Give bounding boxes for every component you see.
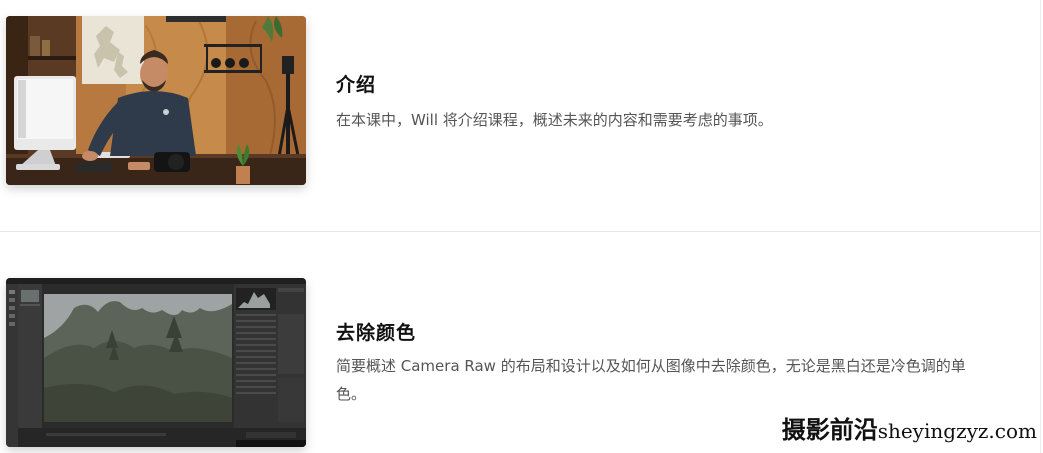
instructor-video-thumbnail-image: [6, 16, 306, 185]
watermark-domain: sheyingzyz.com: [877, 419, 1037, 443]
lesson-title[interactable]: 介绍: [336, 70, 376, 97]
site-watermark: 摄影前沿sheyingzyz.com: [782, 410, 1037, 445]
course-lesson-list: 介绍 在本课中，Will 将介绍课程，概述未来的内容和需要考虑的事项。 去除颜色…: [0, 0, 1043, 453]
lesson-thumbnail-intro[interactable]: [6, 16, 306, 185]
camera-raw-video-thumbnail-image: [6, 278, 306, 447]
watermark-brand: 摄影前沿: [781, 415, 878, 444]
lesson-description: 简要概述 Camera Raw 的布局和设计以及如何从图像中去除颜色，无论是黑白…: [336, 357, 966, 403]
lesson-item[interactable]: 介绍 在本课中，Will 将介绍课程，概述未来的内容和需要考虑的事项。: [0, 0, 1040, 231]
content-edge-rule: [1040, 0, 1041, 453]
lesson-thumbnail-remove-color[interactable]: [6, 278, 306, 447]
lesson-title[interactable]: 去除颜色: [336, 318, 416, 345]
lesson-description: 在本课中，Will 将介绍课程，概述未来的内容和需要考虑的事项。: [336, 111, 773, 129]
